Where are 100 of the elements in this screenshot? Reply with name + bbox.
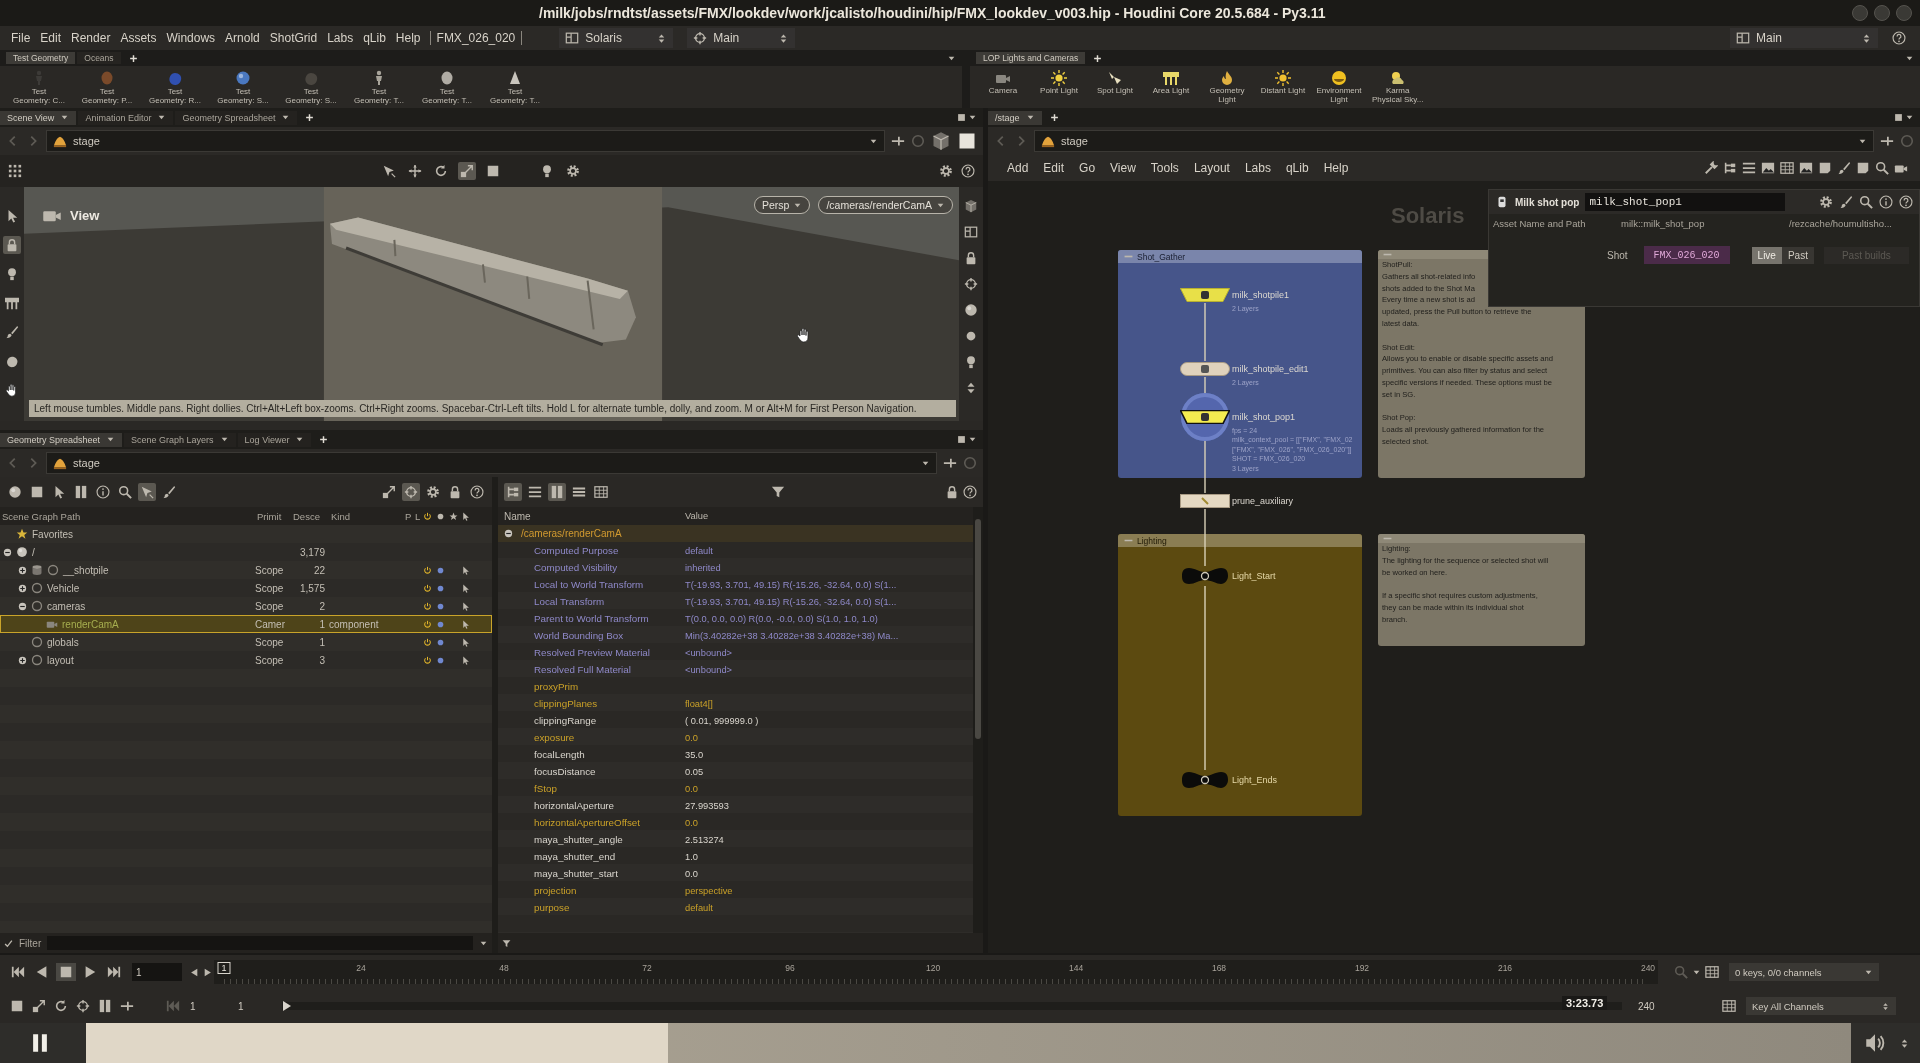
caret-icon[interactable] (968, 435, 977, 444)
menu-item[interactable]: ShotGrid (264, 31, 323, 45)
pane-tab[interactable]: Log Viewer (237, 432, 312, 447)
menu-item[interactable]: Render (66, 31, 116, 45)
menu-item[interactable]: Add (1000, 161, 1036, 175)
menu-item[interactable]: Layout (1186, 161, 1237, 175)
shelf-tab[interactable]: Oceans (77, 52, 121, 64)
column-header[interactable]: Desce (291, 510, 320, 522)
menu-item[interactable]: View (1103, 161, 1143, 175)
network-node[interactable] (1180, 362, 1230, 376)
power-icon[interactable] (423, 565, 432, 575)
lock-icon[interactable] (945, 485, 959, 499)
pin-icon[interactable] (1880, 134, 1894, 148)
help-icon[interactable] (1892, 31, 1906, 45)
path-field[interactable]: stage (46, 452, 937, 474)
dot-icon[interactable] (436, 637, 445, 647)
pin-icon[interactable] (891, 134, 905, 148)
search-icon[interactable] (1859, 195, 1873, 209)
camera-menu[interactable]: /cameras/renderCamA (818, 196, 953, 214)
power-icon[interactable] (423, 619, 432, 629)
table-icon[interactable] (592, 483, 610, 501)
column-header[interactable]: L (413, 510, 421, 522)
column-header[interactable]: Kind (329, 510, 350, 522)
shot-field[interactable]: FMX_026_020 (1643, 246, 1730, 264)
range-end-field[interactable]: 240 (1634, 1000, 1718, 1012)
table-icon[interactable] (1722, 999, 1736, 1013)
pane-tab[interactable]: Geometry Spreadsheet (0, 432, 123, 447)
square-icon[interactable] (957, 113, 966, 122)
mode-button[interactable]: Live (1751, 246, 1782, 264)
menu-item[interactable]: Help (1316, 161, 1356, 175)
menu-item[interactable]: Go (1072, 161, 1103, 175)
shelf-tool[interactable]: Test Geometry: C... (10, 70, 68, 105)
power-icon[interactable] (423, 601, 432, 611)
shelf-tool[interactable]: Spot Light (1092, 70, 1138, 95)
null-node[interactable] (1180, 771, 1230, 789)
column-header[interactable]: Name (498, 510, 685, 522)
add-icon[interactable] (128, 53, 138, 63)
volume-icon[interactable] (1865, 1033, 1885, 1053)
menu-item[interactable]: qLib (1278, 161, 1316, 175)
square-icon[interactable] (957, 435, 966, 444)
scale-icon[interactable] (30, 997, 48, 1015)
expand-icon[interactable] (18, 655, 27, 665)
pane-tab[interactable]: Animation Editor (78, 110, 174, 125)
projection-menu[interactable]: Persp (753, 196, 811, 214)
viewport[interactable] (24, 187, 959, 421)
power-icon[interactable] (423, 637, 432, 647)
pane-tab[interactable]: Scene Graph Layers (124, 432, 236, 447)
tree-row[interactable]: renderCamA Camer 1 component (0, 615, 492, 633)
dot-icon[interactable] (436, 583, 445, 593)
path-field[interactable]: stage (46, 130, 885, 152)
target-icon[interactable] (402, 483, 420, 501)
gear-icon[interactable] (1819, 195, 1833, 209)
column-header[interactable]: Value (685, 511, 709, 521)
info-icon[interactable] (94, 483, 112, 501)
brush-icon[interactable] (1839, 195, 1853, 209)
scale-icon[interactable] (457, 162, 476, 180)
power-icon[interactable] (423, 583, 432, 593)
shelf-tool[interactable]: Test Geometry: T... (350, 70, 408, 105)
triangle-icon[interactable] (282, 1001, 292, 1011)
shelf-tool[interactable]: Test Geometry: T... (418, 70, 476, 105)
play-pause-button[interactable] (30, 1033, 50, 1053)
tree-row[interactable]: Favorites (0, 525, 492, 543)
timeline-ruler[interactable]: 1 24 48 72 96 120 144 168 192 216 240 (214, 960, 1658, 984)
grid-icon[interactable] (8, 164, 22, 178)
help-icon[interactable] (961, 164, 975, 178)
desktop-dropdown[interactable]: Solaris (559, 28, 674, 48)
shelf-tool[interactable]: Test Geometry: T... (486, 70, 544, 105)
collapse-icon[interactable] (3, 547, 12, 557)
menu-item[interactable]: Help (390, 31, 426, 45)
shelf-tool[interactable]: Distant Light (1260, 70, 1306, 95)
node-name-field[interactable]: milk_shot_pop1 (1585, 193, 1786, 211)
collapse-icon[interactable] (504, 529, 513, 538)
add-icon[interactable] (1093, 53, 1103, 63)
shelf-tool[interactable]: Karma Physical Sky... (1372, 70, 1424, 104)
shelf-tool[interactable]: Geometry Light (1204, 70, 1250, 104)
table-icon[interactable] (1778, 159, 1796, 177)
layout-dropdown[interactable]: Main (687, 28, 796, 48)
key-mode-dropdown[interactable]: Key All Channels (1746, 997, 1896, 1015)
pane-tab[interactable]: Geometry Spreadsheet (175, 110, 298, 125)
sphere-icon[interactable] (962, 301, 980, 319)
gear-icon[interactable] (424, 483, 442, 501)
table-icon[interactable] (1705, 965, 1719, 979)
shelf-tab[interactable]: Test Geometry (6, 52, 76, 64)
menu-item[interactable]: Edit (35, 31, 67, 45)
menu-item[interactable]: qLib (358, 31, 391, 45)
tree-row[interactable]: Vehicle Scope 1,575 (0, 579, 492, 597)
tree-icon[interactable] (504, 483, 522, 501)
layout-dropdown[interactable]: Main (1730, 28, 1878, 48)
help-icon[interactable] (1899, 195, 1913, 209)
power-icon[interactable] (423, 655, 432, 665)
wrench-icon[interactable] (1702, 159, 1720, 177)
path-field[interactable]: stage (1034, 130, 1874, 152)
target-icon[interactable] (74, 997, 92, 1015)
columns-icon[interactable] (548, 483, 566, 501)
collapse-icon[interactable] (18, 601, 27, 611)
pane-tab[interactable]: /stage (988, 110, 1042, 125)
step-back-icon[interactable] (190, 967, 199, 977)
dot-icon[interactable] (436, 601, 445, 611)
menu-item[interactable]: Assets (115, 31, 162, 45)
add-icon[interactable] (1049, 113, 1059, 122)
